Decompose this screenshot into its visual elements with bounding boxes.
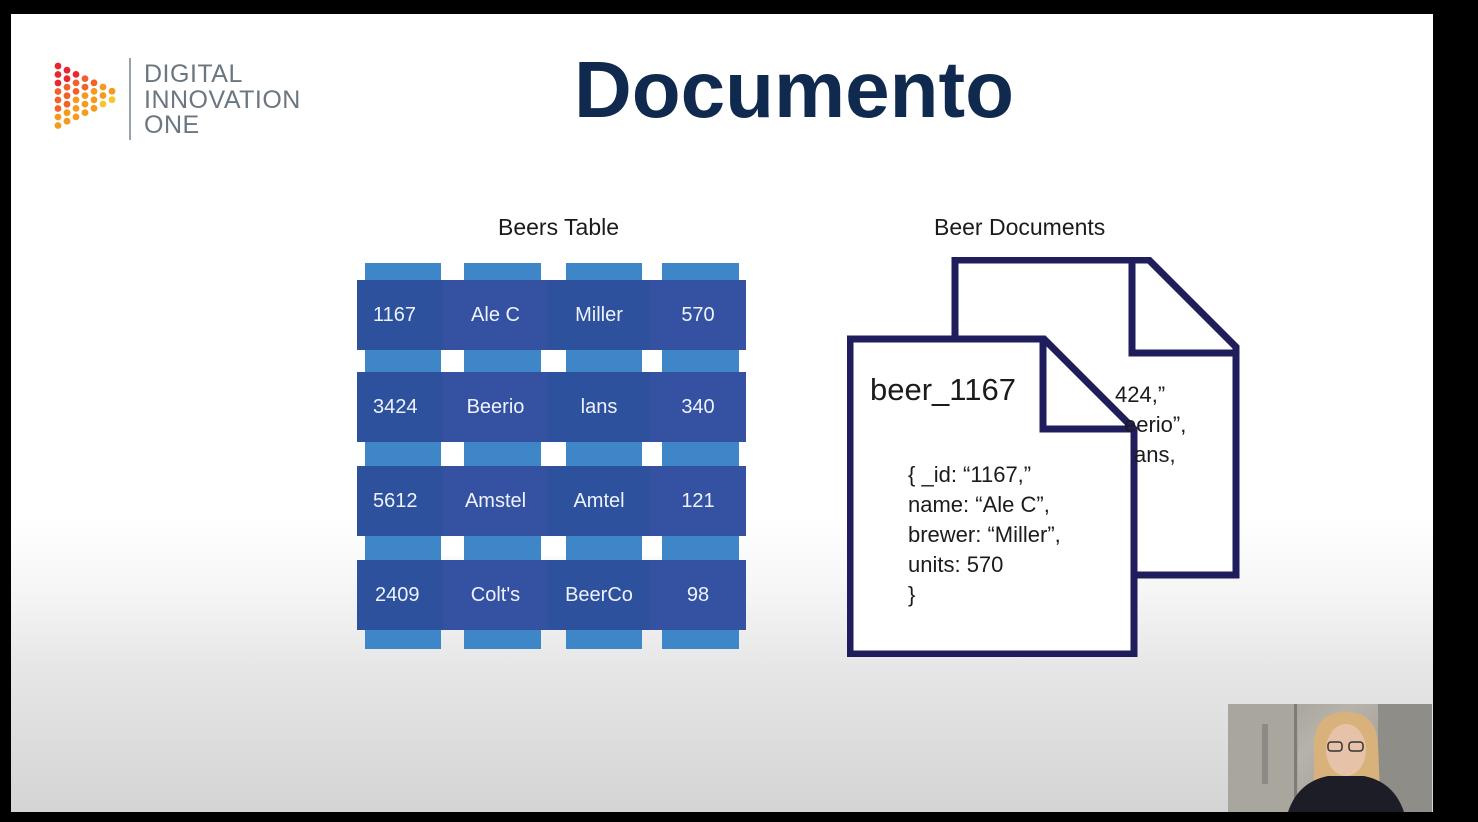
- table-gap: [541, 538, 566, 556]
- table-cell: 570: [650, 280, 746, 350]
- table-cell: Beerio: [443, 372, 548, 442]
- table-cell: 2409: [357, 560, 443, 630]
- documents-heading: Beer Documents: [934, 214, 1106, 240]
- table-gap: [642, 352, 662, 368]
- table-cell: 5612: [357, 466, 443, 536]
- table-cell: 340: [650, 372, 746, 442]
- presentation-slide: DIGITAL INNOVATION ONE Documento Beers T…: [11, 14, 1433, 812]
- table-cell: Amtel: [548, 466, 650, 536]
- presenter-webcam: [1228, 704, 1432, 812]
- table-gap: [541, 352, 566, 368]
- back-doc-text-2: eerio”,: [1124, 412, 1187, 437]
- table-cell: BeerCo: [548, 560, 650, 630]
- table-cell: Miller: [548, 280, 650, 350]
- table-gap: [541, 445, 566, 461]
- beers-table: 1167 Ale C Miller 570 3424 Beerio lans 3…: [357, 263, 746, 649]
- back-doc-text-3: ans,: [1134, 442, 1176, 467]
- table-gap: [441, 352, 464, 368]
- table-row: 2409 Colt's BeerCo 98: [357, 560, 746, 630]
- document-line: units: 570: [908, 552, 1004, 577]
- table-row: 3424 Beerio lans 340: [357, 372, 746, 442]
- table-cell: lans: [548, 372, 650, 442]
- table-cell: Amstel: [443, 466, 548, 536]
- table-row: 5612 Amstel Amtel 121: [357, 466, 746, 536]
- document-line: brewer: “Miller”,: [908, 522, 1061, 547]
- document-line: }: [908, 582, 916, 607]
- table-heading: Beers Table: [498, 214, 620, 240]
- document-line: name: “Ale C”,: [908, 492, 1050, 517]
- table-cell: 1167: [357, 280, 443, 350]
- table-gap: [642, 538, 662, 556]
- slide-title: Documento: [574, 45, 1014, 134]
- document-body: { _id: “1167,” name: “Ale C”, brewer: “M…: [908, 460, 1061, 610]
- table-gap: [441, 538, 464, 556]
- back-doc-text-1: 424,”: [1115, 382, 1166, 407]
- document-line: { _id: “1167,”: [908, 462, 1032, 487]
- table-cell: 98: [650, 560, 746, 630]
- presenter-image: [1228, 704, 1432, 812]
- document-label: beer_1167: [870, 372, 1016, 407]
- table-cell: 121: [650, 466, 746, 536]
- table-cell: 3424: [357, 372, 443, 442]
- table-cell: Ale C: [443, 280, 548, 350]
- table-cell: Colt's: [443, 560, 548, 630]
- table-row: 1167 Ale C Miller 570: [357, 280, 746, 350]
- table-gap: [441, 445, 464, 461]
- table-gap: [642, 445, 662, 461]
